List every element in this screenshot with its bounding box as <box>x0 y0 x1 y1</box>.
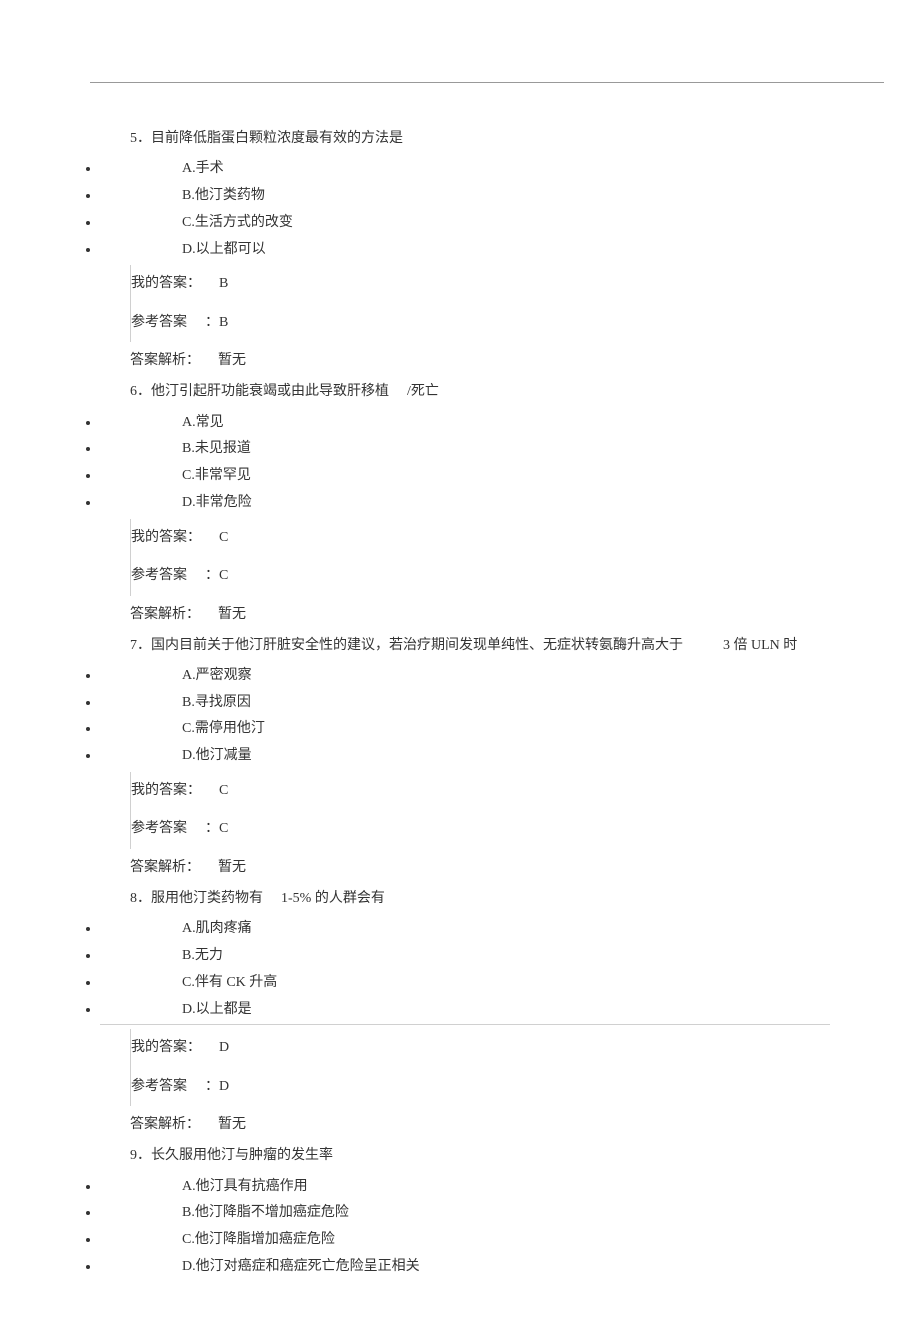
q5-my-answer-label: 我的答案： <box>131 276 201 291</box>
question-9-options: A.他汀具有抗癌作用 B.他汀降脂不增加癌症危险 C.他汀降脂增加癌症危险 D.… <box>90 1175 830 1279</box>
q7-option-a: A.严密观察 <box>100 664 830 688</box>
q6-my-answer-label: 我的答案： <box>131 530 201 545</box>
q5-ref-answer-label: 参考答案 <box>131 315 187 330</box>
q5-analysis-value: 暂无 <box>218 353 246 368</box>
q5-option-b: B.他汀类药物 <box>100 184 830 208</box>
q9-option-c: C.他汀降脂增加癌症危险 <box>100 1228 830 1252</box>
question-5-text: 5．目前降低脂蛋白颗粒浓度最有效的方法是 <box>130 126 830 151</box>
q6-analysis: 答案解析： 暂无 <box>130 602 830 627</box>
q8-ref-sep: ： <box>205 1079 219 1094</box>
q9-option-a: A.他汀具有抗癌作用 <box>100 1175 830 1199</box>
q7-ref-answer-label: 参考答案 <box>131 821 187 836</box>
q7-analysis-label: 答案解析： <box>130 860 200 875</box>
q5-option-d: D.以上都可以 <box>100 238 830 262</box>
q8-number: 8 <box>130 891 137 906</box>
q6-ref-answer: 参考答案 ：C <box>131 557 830 595</box>
q5-option-c: C.生活方式的改变 <box>100 211 830 235</box>
q6-ref-answer-label: 参考答案 <box>131 568 187 583</box>
q5-option-a: A.手术 <box>100 157 830 181</box>
q8-ref-answer: 参考答案 ：D <box>131 1068 830 1106</box>
q6-option-d: D.非常危险 <box>100 491 830 515</box>
q5-my-answer-value: B <box>219 276 228 291</box>
q8-option-a: A.肌肉疼痛 <box>100 917 830 941</box>
q6-my-answer-value: C <box>219 530 228 545</box>
q5-analysis: 答案解析： 暂无 <box>130 348 830 373</box>
question-8-text: 8．服用他汀类药物有 1-5% 的人群会有 <box>130 886 830 911</box>
q6-option-c: C.非常罕见 <box>100 464 830 488</box>
q5-analysis-label: 答案解析： <box>130 353 200 368</box>
q5-ref-answer-value: B <box>219 315 228 330</box>
question-7-text: 7．国内目前关于他汀肝脏安全性的建议，若治疗期间发现单纯性、无症状转氨酶升高大于… <box>130 633 830 658</box>
q6-ref-answer-value: C <box>219 568 228 583</box>
q6-option-a: A.常见 <box>100 411 830 435</box>
q7-ref-answer: 参考答案 ：C <box>131 810 830 848</box>
q6-ref-sep: ： <box>205 568 219 583</box>
q7-number: 7 <box>130 638 137 653</box>
q9-body: ．长久服用他汀与肿瘤的发生率 <box>137 1148 333 1163</box>
q6-option-b: B.未见报道 <box>100 437 830 461</box>
q8-option-c: C.伴有 CK 升高 <box>100 971 830 995</box>
q5-number: 5 <box>130 131 137 146</box>
q8-body1: ．服用他汀类药物有 <box>137 891 263 906</box>
q8-ref-answer-label: 参考答案 <box>131 1079 187 1094</box>
question-7-options: A.严密观察 B.寻找原因 C.需停用他汀 D.他汀减量 <box>90 664 830 768</box>
q8-my-answer: 我的答案： D <box>131 1029 830 1067</box>
q6-body1: ．他汀引起肝功能衰竭或由此导致肝移植 <box>137 384 389 399</box>
q7-body1: ．国内目前关于他汀肝脏安全性的建议，若治疗期间发现单纯性、无症状转氨酶升高大于 <box>137 638 683 653</box>
q9-number: 9 <box>130 1148 137 1163</box>
q7-analysis-value: 暂无 <box>218 860 246 875</box>
q8-body2: 1-5% 的人群会有 <box>281 891 385 906</box>
q6-answer-block: 我的答案：C 参考答案：C <box>130 519 830 596</box>
q7-my-answer-label: 我的答案： <box>131 783 201 798</box>
q8-my-answer-label: 我的答案： <box>131 1040 201 1055</box>
q6-my-answer: 我的答案： C <box>131 519 830 557</box>
q7-analysis: 答案解析： 暂无 <box>130 855 830 880</box>
q6-analysis-value: 暂无 <box>218 607 246 622</box>
q5-my-answer: 我的答案： B <box>131 265 830 303</box>
q8-option-d: D.以上都是 <box>100 998 830 1026</box>
q8-option-b: B.无力 <box>100 944 830 968</box>
q8-analysis-label: 答案解析： <box>130 1117 200 1132</box>
q7-option-c: C.需停用他汀 <box>100 717 830 741</box>
q8-ref-answer-value: D <box>219 1079 229 1094</box>
q8-answer-block: 我的答案：D 参考答案：D <box>130 1029 830 1106</box>
question-8-options: A.肌肉疼痛 B.无力 C.伴有 CK 升高 D.以上都是 <box>90 917 830 1025</box>
q7-my-answer: 我的答案： C <box>131 772 830 810</box>
q5-body: ．目前降低脂蛋白颗粒浓度最有效的方法是 <box>137 131 403 146</box>
q5-ref-sep: ： <box>205 315 219 330</box>
q6-number: 6 <box>130 384 137 399</box>
q7-option-b: B.寻找原因 <box>100 691 830 715</box>
q7-ref-sep: ： <box>205 821 219 836</box>
question-6-options: A.常见 B.未见报道 C.非常罕见 D.非常危险 <box>90 411 830 515</box>
q5-ref-answer: 参考答案 ：B <box>131 304 830 342</box>
q6-analysis-label: 答案解析： <box>130 607 200 622</box>
q5-answer-block: 我的答案：B 参考答案：B <box>130 265 830 342</box>
question-5-options: A.手术 B.他汀类药物 C.生活方式的改变 D.以上都可以 <box>90 157 830 261</box>
question-6-text: 6．他汀引起肝功能衰竭或由此导致肝移植/死亡 <box>130 379 830 404</box>
q7-my-answer-value: C <box>219 783 228 798</box>
q7-answer-block: 我的答案：C 参考答案：C <box>130 772 830 849</box>
q9-option-d: D.他汀对癌症和癌症死亡危险呈正相关 <box>100 1255 830 1279</box>
q8-my-answer-value: D <box>219 1040 229 1055</box>
q9-option-b: B.他汀降脂不增加癌症危险 <box>100 1201 830 1225</box>
q7-body2: 3 倍 ULN 时 <box>723 638 797 653</box>
q8-analysis-value: 暂无 <box>218 1117 246 1132</box>
q7-ref-answer-value: C <box>219 821 228 836</box>
q6-body2: /死亡 <box>407 384 439 399</box>
question-9-text: 9．长久服用他汀与肿瘤的发生率 <box>130 1143 830 1168</box>
q7-option-d: D.他汀减量 <box>100 744 830 768</box>
q8-analysis: 答案解析： 暂无 <box>130 1112 830 1137</box>
